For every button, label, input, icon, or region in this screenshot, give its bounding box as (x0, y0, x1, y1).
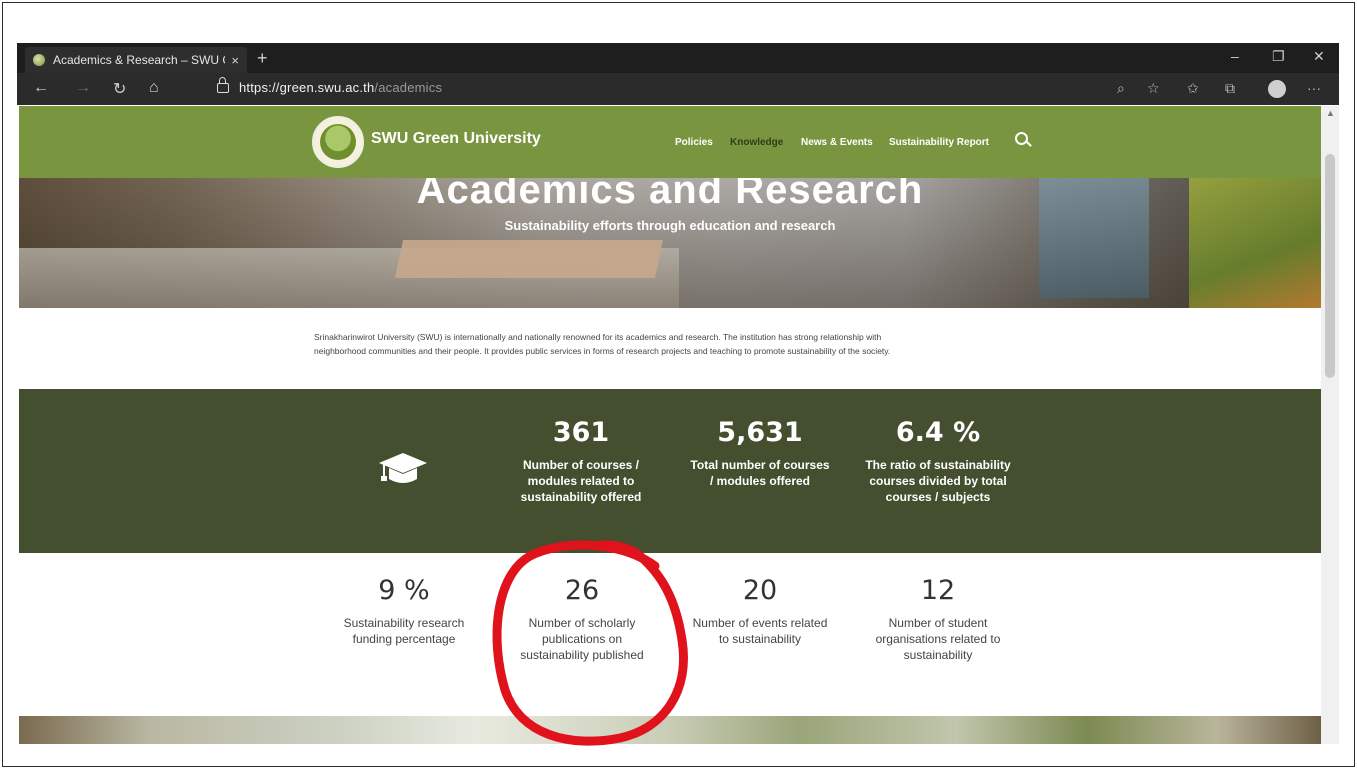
intro-line-1: Srinakharinwirot University (SWU) is int… (314, 332, 882, 342)
browser-address-bar: ← → ↻ ⌂ https://green.swu.ac.th/academic… (17, 73, 1339, 105)
home-icon[interactable]: ⌂ (149, 79, 159, 97)
favorites-list-icon[interactable]: ✩ (1187, 80, 1199, 97)
collections-icon[interactable]: ⧉ (1225, 80, 1235, 97)
stat-course-ratio: 6.4 % The ratio of sustainability course… (858, 417, 1018, 505)
nav-sustainability-report[interactable]: Sustainability Report (889, 137, 989, 148)
close-window-button[interactable]: ✕ (1313, 48, 1325, 65)
stat-value: 20 (742, 575, 778, 606)
restore-button[interactable]: ❐ (1272, 48, 1285, 65)
lock-icon (217, 77, 229, 93)
intro-paragraph: Srinakharinwirot University (SWU) is int… (314, 330, 1034, 358)
intro-line-2: neighborhood communities and their peopl… (314, 346, 891, 356)
more-menu-icon[interactable]: ··· (1307, 80, 1321, 96)
page-viewport: SWU Green University Policies Knowledge … (19, 106, 1321, 744)
stat-label: Number of events related to sustainabili… (692, 616, 828, 646)
site-header: SWU Green University Policies Knowledge … (19, 106, 1321, 178)
favorite-star-icon[interactable]: ☆ (1147, 80, 1160, 97)
stat-events: 20 Number of events related to sustainab… (689, 575, 831, 647)
nav-knowledge[interactable]: Knowledge (730, 137, 783, 148)
stat-value: 9 % (378, 575, 430, 606)
browser-titlebar: Academics & Research – SWU G × + – ❐ ✕ (17, 43, 1339, 73)
stat-research-funding: 9 % Sustainability research funding perc… (329, 575, 479, 647)
tab-close-icon[interactable]: × (231, 53, 239, 68)
nav-policies[interactable]: Policies (675, 137, 713, 148)
stat-label: Number of student organisations related … (875, 616, 1001, 662)
stat-label: The ratio of sustainability courses divi… (865, 458, 1011, 504)
profile-avatar-icon[interactable] (1268, 80, 1286, 98)
stat-label: Sustainability research funding percenta… (343, 616, 465, 646)
url-field[interactable]: https://green.swu.ac.th/academics (217, 77, 443, 95)
forest-banner-image (19, 716, 1321, 744)
stat-value: 26 (564, 575, 600, 606)
stat-label: Total number of courses / modules offere… (690, 458, 830, 488)
search-icon[interactable] (1015, 132, 1028, 145)
secondary-stats-band: 9 % Sustainability research funding perc… (19, 553, 1321, 716)
tab-title: Academics & Research – SWU G (53, 53, 226, 67)
stat-total-courses: 5,631 Total number of courses / modules … (689, 417, 831, 489)
graduation-cap-icon (379, 453, 427, 483)
scroll-up-icon[interactable]: ▲ (1326, 108, 1335, 118)
stat-value: 6.4 % (895, 417, 981, 448)
stat-value: 361 (552, 417, 610, 448)
minimize-button[interactable]: – (1231, 48, 1239, 64)
page-scrollbar[interactable]: ▲ (1321, 106, 1339, 744)
stat-value: 12 (920, 575, 956, 606)
new-tab-button[interactable]: + (257, 48, 268, 69)
primary-stats-band: 361 Number of courses / modules related … (19, 389, 1321, 553)
stat-label: Number of scholarly publications on sust… (520, 616, 644, 662)
page-subtitle: Sustainability efforts through education… (504, 218, 836, 233)
site-favicon-icon (33, 54, 45, 66)
zoom-icon[interactable]: ⌕ (1117, 80, 1125, 97)
browser-tab[interactable]: Academics & Research – SWU G × (25, 47, 247, 73)
scrollbar-thumb[interactable] (1325, 154, 1335, 378)
url-host: https://green.swu.ac.th (239, 80, 375, 95)
stat-label: Number of courses / modules related to s… (520, 458, 642, 504)
hero-banner: Academics and Research Sustainability ef… (19, 178, 1321, 308)
refresh-icon[interactable]: ↻ (113, 79, 126, 99)
site-logo[interactable] (312, 116, 364, 168)
forward-icon[interactable]: → (75, 79, 91, 97)
back-icon[interactable]: ← (33, 79, 49, 97)
site-brand[interactable]: SWU Green University (371, 130, 541, 148)
page-title: Academics and Research (416, 178, 924, 212)
nav-news-events[interactable]: News & Events (801, 137, 873, 148)
url-path: /academics (374, 80, 443, 95)
stat-value: 5,631 (717, 417, 803, 448)
stat-sustainability-courses: 361 Number of courses / modules related … (501, 417, 661, 505)
stat-scholarly-publications: 26 Number of scholarly publications on s… (509, 575, 655, 663)
stat-student-organisations: 12 Number of student organisations relat… (858, 575, 1018, 663)
